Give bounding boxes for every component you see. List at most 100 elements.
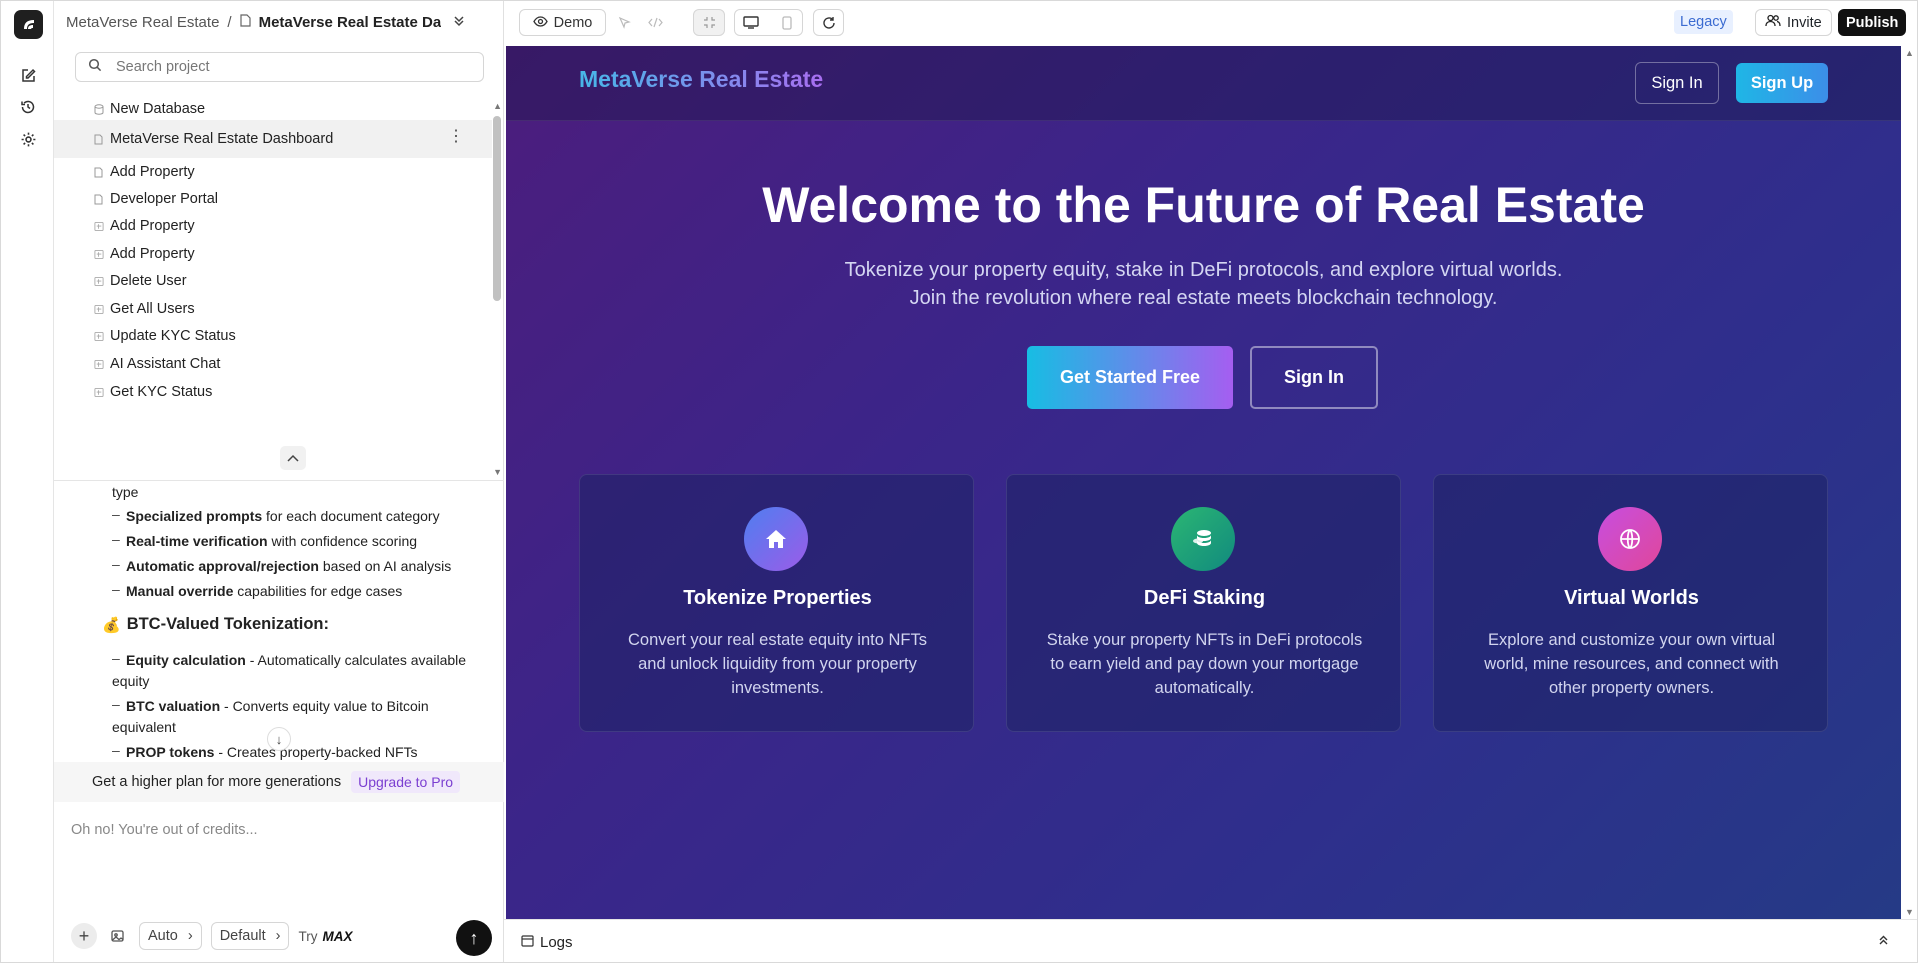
file-icon (239, 14, 251, 30)
tree-item[interactable]: Get KYC Status (54, 374, 492, 410)
tree-item-label: Developer Portal (110, 191, 218, 207)
function-icon (94, 330, 104, 342)
edit-icon[interactable] (15, 63, 41, 89)
invite-button[interactable]: Invite (1755, 9, 1832, 36)
add-attachment-button[interactable]: + (71, 923, 97, 949)
tree-item-label: Add Property (110, 246, 195, 262)
hero-subtitle: Tokenize your property equity, stake in … (844, 259, 1563, 309)
bullet-text: with confidence scoring (267, 533, 418, 549)
tree-item-label: Add Property (110, 218, 195, 234)
desktop-icon[interactable] (735, 16, 766, 29)
project-tree: New Database MetaVerse Real Estate Dashbo… (54, 96, 504, 481)
bullet-text: capabilities for edge cases (233, 583, 403, 599)
feature-card-tokenize: Tokenize Properties Convert your real es… (579, 474, 974, 732)
scroll-down-arrow-icon[interactable]: ▼ (493, 467, 502, 477)
bullet-text: for each document category (262, 508, 440, 524)
chevron-down-icon[interactable] (453, 15, 465, 30)
chevron-right-icon: › (275, 928, 281, 944)
function-icon (94, 303, 104, 315)
max-brand: MAX (322, 928, 353, 944)
fullscreen-collapse-icon[interactable] (693, 9, 725, 36)
expand-up-icon[interactable] (1878, 934, 1889, 948)
arrow-up-icon: ↑ (469, 927, 479, 948)
feature-title: DeFi Staking (1143, 587, 1266, 609)
publish-button[interactable]: Publish (1838, 9, 1907, 36)
chat-bullet: Manual override capabilities for edge ca… (112, 581, 492, 602)
demo-label: Demo (553, 14, 593, 31)
app-logo-icon[interactable] (14, 10, 43, 39)
bullet-bold: Equity calculation (126, 652, 246, 668)
preview-toolbar: Demo Legacy Invite Publish (504, 1, 1917, 44)
chat-heading: 💰 BTC-Valued Tokenization: (102, 615, 329, 634)
tree-item-label: Delete User (110, 273, 187, 289)
scroll-down-icon[interactable]: ↓ (267, 727, 291, 751)
try-label: Try (298, 928, 318, 944)
demo-button[interactable]: Demo (519, 9, 606, 36)
history-icon[interactable] (15, 94, 41, 120)
globe-icon (1598, 507, 1662, 571)
chevron-up-icon[interactable] (280, 446, 306, 470)
upgrade-to-pro-link[interactable]: Upgrade to Pro (351, 771, 461, 793)
mode-select[interactable]: Auto › (139, 922, 202, 950)
tree-scrollbar[interactable] (493, 116, 501, 301)
chat-bullet: Equity calculation - Automatically calcu… (112, 650, 492, 692)
scroll-down-arrow-icon[interactable]: ▼ (1905, 907, 1914, 917)
bullet-bold: Specialized prompts (126, 508, 263, 524)
chat-transcript: type – Specialized prompts for each docum… (54, 482, 504, 762)
function-icon (94, 358, 104, 370)
send-button[interactable]: ↑ (456, 920, 492, 956)
logs-panel[interactable]: Logs (504, 919, 1917, 962)
more-options-icon[interactable]: ⋮ (448, 129, 464, 145)
upsell-text: Get a higher plan for more generations (92, 774, 342, 790)
preview-navbar: MetaVerse Real Estate Sign In Sign Up (506, 46, 1901, 121)
chat-bullet: PROP tokens - Creates property-backed NF… (112, 742, 492, 762)
tree-item[interactable]: MetaVerse Real Estate Dashboard ⋮ (54, 120, 492, 158)
hero-sign-in-button[interactable]: Sign In (1250, 346, 1378, 409)
function-icon (94, 220, 104, 232)
chat-bullet: Specialized prompts for each document ca… (112, 506, 492, 527)
scroll-up-arrow-icon[interactable]: ▲ (1905, 48, 1914, 58)
function-icon (94, 248, 104, 260)
invite-label: Invite (1787, 14, 1822, 31)
breadcrumb-project[interactable]: MetaVerse Real Estate (66, 14, 219, 31)
nav-sign-up-button[interactable]: Sign Up (1736, 63, 1828, 103)
feature-title: Tokenize Properties (683, 587, 872, 609)
get-started-button[interactable]: Get Started Free (1027, 346, 1233, 409)
search-input[interactable]: Search project (75, 52, 484, 82)
tree-item-label: New Database (110, 101, 206, 117)
bullet-bold: Automatic approval/rejection (126, 558, 319, 574)
chat-bullet: BTC valuation - Converts equity value to… (112, 696, 492, 738)
composer-toolbar: + Auto › Default › Try MAX ↑ (71, 920, 492, 956)
preview-scrollbar[interactable]: ▲ ▼ (1901, 46, 1917, 919)
bullet-text: - Creates property-backed NFTs (214, 744, 418, 760)
chat-text: type (112, 484, 139, 500)
preview-brand[interactable]: MetaVerse Real Estate (579, 66, 823, 93)
file-icon (94, 133, 104, 145)
mode-label: Auto (148, 928, 178, 944)
scroll-up-arrow-icon[interactable]: ▲ (493, 101, 502, 111)
code-icon[interactable] (641, 9, 669, 36)
nav-sign-in-button[interactable]: Sign In (1635, 62, 1719, 104)
settings-gear-icon[interactable] (15, 126, 41, 152)
mobile-icon[interactable] (772, 15, 802, 30)
search-icon (88, 58, 102, 76)
image-edit-icon[interactable] (106, 928, 130, 944)
breadcrumb-page[interactable]: MetaVerse Real Estate Da (259, 14, 442, 31)
bullet-bold: BTC valuation (126, 698, 221, 714)
select-element-icon[interactable] (610, 9, 638, 36)
function-icon (94, 386, 104, 398)
bullet-text: based on AI analysis (318, 558, 452, 574)
chevron-right-icon: › (187, 928, 193, 944)
upsell-banner: Get a higher plan for more generations U… (54, 762, 504, 802)
model-select[interactable]: Default › (210, 922, 290, 950)
refresh-icon[interactable] (813, 9, 844, 36)
bullet-bold: PROP tokens (126, 744, 215, 760)
eye-icon (532, 15, 548, 31)
try-max-link[interactable]: Try MAX (298, 929, 352, 944)
breadcrumb: MetaVerse Real Estate / MetaVerse Real E… (66, 1, 465, 43)
legacy-toggle[interactable]: Legacy (1674, 10, 1733, 34)
function-icon (94, 275, 104, 287)
chat-input[interactable]: Oh no! You're out of credits... (71, 822, 258, 838)
file-icon (94, 166, 104, 178)
feature-title: Virtual Worlds (1564, 587, 1699, 609)
